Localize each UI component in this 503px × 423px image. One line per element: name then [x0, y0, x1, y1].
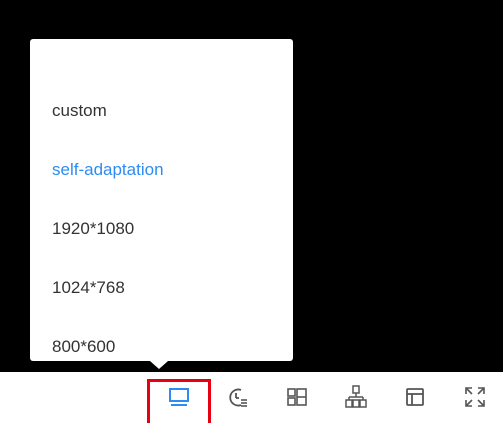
fullscreen-button[interactable]	[461, 383, 489, 411]
menu-item-800x600[interactable]: 800*600	[52, 333, 115, 361]
menu-item-custom[interactable]: custom	[52, 97, 107, 125]
timer-icon	[229, 388, 247, 407]
grid-layout-icon	[287, 388, 307, 406]
network-button[interactable]	[342, 383, 370, 411]
resolution-dropdown: custom self-adaptation 1920*1080 1024*76…	[30, 39, 293, 361]
menu-item-1024x768[interactable]: 1024*768	[52, 274, 125, 302]
menu-item-self-adaptation[interactable]: self-adaptation	[52, 156, 164, 184]
toolbar	[0, 372, 503, 423]
menu-item-1920x1080[interactable]: 1920*1080	[52, 215, 134, 243]
monitor-icon	[169, 388, 189, 406]
layout-button[interactable]	[283, 383, 311, 411]
dropdown-arrow	[150, 361, 168, 369]
window-icon	[406, 388, 424, 406]
network-icon	[345, 385, 367, 408]
resolution-button[interactable]	[165, 383, 193, 411]
window-button[interactable]	[401, 383, 429, 411]
timer-button[interactable]	[224, 383, 252, 411]
fullscreen-icon	[465, 387, 485, 407]
